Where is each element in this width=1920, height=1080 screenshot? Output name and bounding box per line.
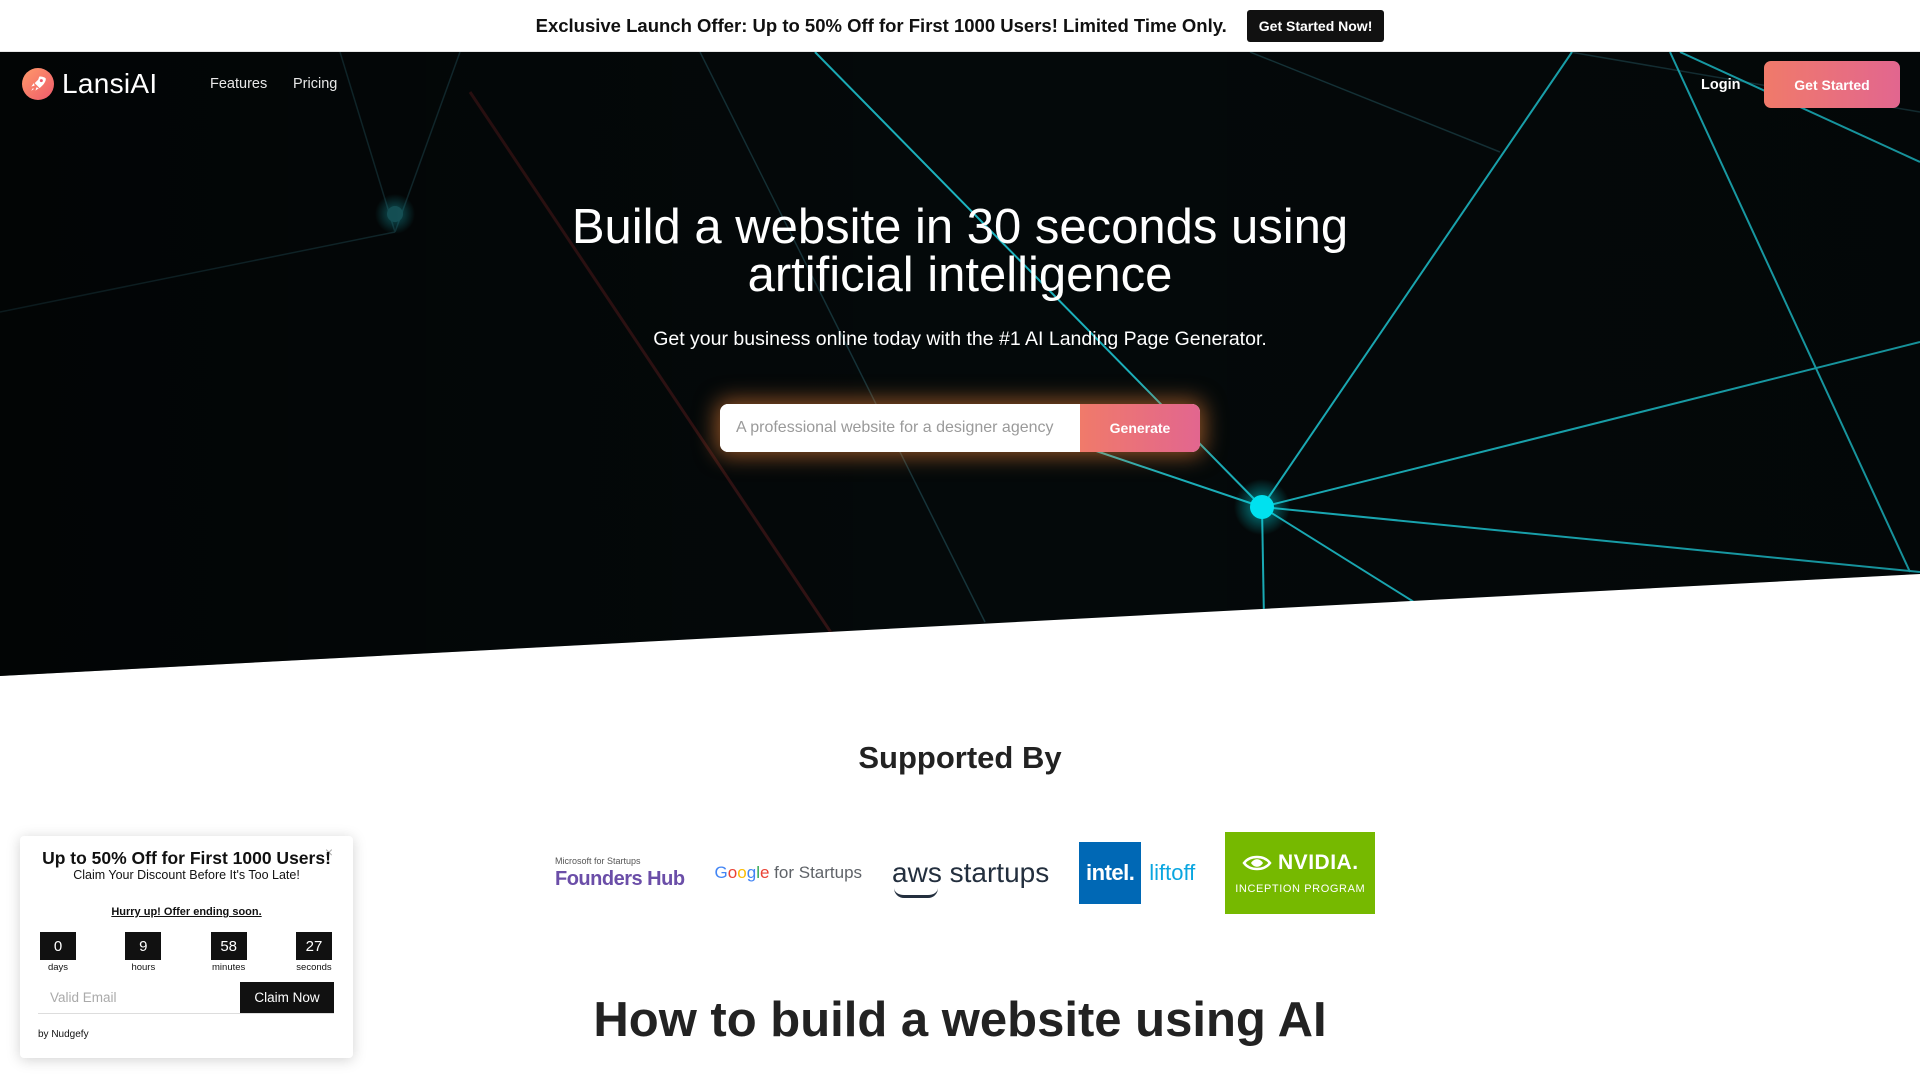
countdown-hours: 9 hours (123, 932, 163, 973)
nav-link-pricing[interactable]: Pricing (293, 76, 337, 92)
google-wordmark: Google (714, 863, 770, 882)
microsoft-logo-small-text: Microsoft for Startups (555, 856, 641, 866)
brand-logo[interactable]: LansiAI (22, 68, 158, 100)
nvidia-logo-text: NVIDIA. (1278, 851, 1359, 874)
top-nav: LansiAI Features Pricing Login Get Start… (0, 52, 1920, 116)
countdown-seconds: 27 seconds (294, 932, 334, 973)
popup-subtitle: Claim Your Discount Before It's Too Late… (73, 868, 300, 882)
popup-attribution[interactable]: by Nudgefy (38, 1029, 89, 1040)
countdown-value: 0 (40, 932, 76, 960)
email-field[interactable] (38, 982, 240, 1013)
intel-liftoff-logo: intel. liftoff (1079, 842, 1195, 904)
countdown-timer: 0 days 9 hours 58 minutes 27 seconds (38, 932, 334, 973)
nvidia-eye-icon (1242, 855, 1272, 871)
popup-title: Up to 50% Off for First 1000 Users! (42, 848, 331, 868)
generate-button[interactable]: Generate (1080, 404, 1200, 452)
countdown-label: hours (131, 962, 156, 973)
google-for-startups-logo: Google for Startups (715, 863, 863, 883)
announcement-bar: Exclusive Launch Offer: Up to 50% Off fo… (0, 0, 1920, 52)
supported-by-title: Supported By (858, 740, 1062, 775)
sponsor-logos: Microsoft for Startups Founders Hub Goog… (555, 832, 1376, 914)
hero-subtitle: Get your business online today with the … (653, 328, 1267, 350)
countdown-value: 9 (125, 932, 162, 960)
hero-title-line1: Build a website in 30 seconds using (571, 200, 1349, 254)
login-link[interactable]: Login (1701, 77, 1740, 93)
aws-startups-logo: aws startups (892, 857, 1050, 898)
nvidia-inception-logo: NVIDIA. INCEPTION PROGRAM (1225, 832, 1376, 914)
popup-hurry-text: Hurry up! Offer ending soon. (111, 906, 262, 918)
website-prompt-input[interactable] (720, 404, 1080, 452)
countdown-label: seconds (296, 962, 332, 973)
aws-logo-text: aws startups (892, 857, 1050, 888)
hero-section (0, 52, 1920, 676)
countdown-label: days (47, 962, 69, 973)
network-background (0, 52, 1920, 676)
countdown-label: minutes (212, 962, 246, 973)
announcement-text: Exclusive Launch Offer: Up to 50% Off fo… (535, 14, 1227, 36)
brand-name: LansiAI (62, 68, 158, 99)
announcement-get-started-button[interactable]: Get Started Now! (1246, 9, 1385, 42)
nvidia-logo-subtext: INCEPTION PROGRAM (1235, 883, 1366, 895)
intel-logo-box: intel. (1079, 842, 1142, 904)
discount-popup: × Up to 50% Off for First 1000 Users! Cl… (20, 836, 353, 1058)
countdown-minutes: 58 minutes (209, 932, 249, 973)
countdown-days: 0 days (38, 932, 78, 973)
intel-logo-suffix: liftoff (1149, 860, 1196, 885)
microsoft-logo-big-text: Founders Hub (555, 868, 685, 890)
get-started-button[interactable]: Get Started (1764, 61, 1900, 108)
popup-email-form: Claim Now (38, 982, 334, 1014)
countdown-value: 58 (210, 932, 247, 960)
how-to-title: How to build a website using AI (593, 993, 1327, 1047)
hero-title-line2: artificial intelligence (747, 248, 1173, 302)
generator-form: Generate (720, 404, 1200, 452)
aws-smile-icon (894, 888, 939, 898)
google-logo-suffix: for Startups (774, 863, 863, 882)
rocket-icon (22, 68, 54, 100)
countdown-value: 27 (295, 932, 332, 960)
claim-now-button[interactable]: Claim Now (240, 982, 334, 1013)
microsoft-founders-hub-logo: Microsoft for Startups Founders Hub (555, 856, 685, 890)
nav-link-features[interactable]: Features (210, 76, 267, 92)
hero-title: Build a website in 30 seconds using arti… (460, 200, 1460, 302)
